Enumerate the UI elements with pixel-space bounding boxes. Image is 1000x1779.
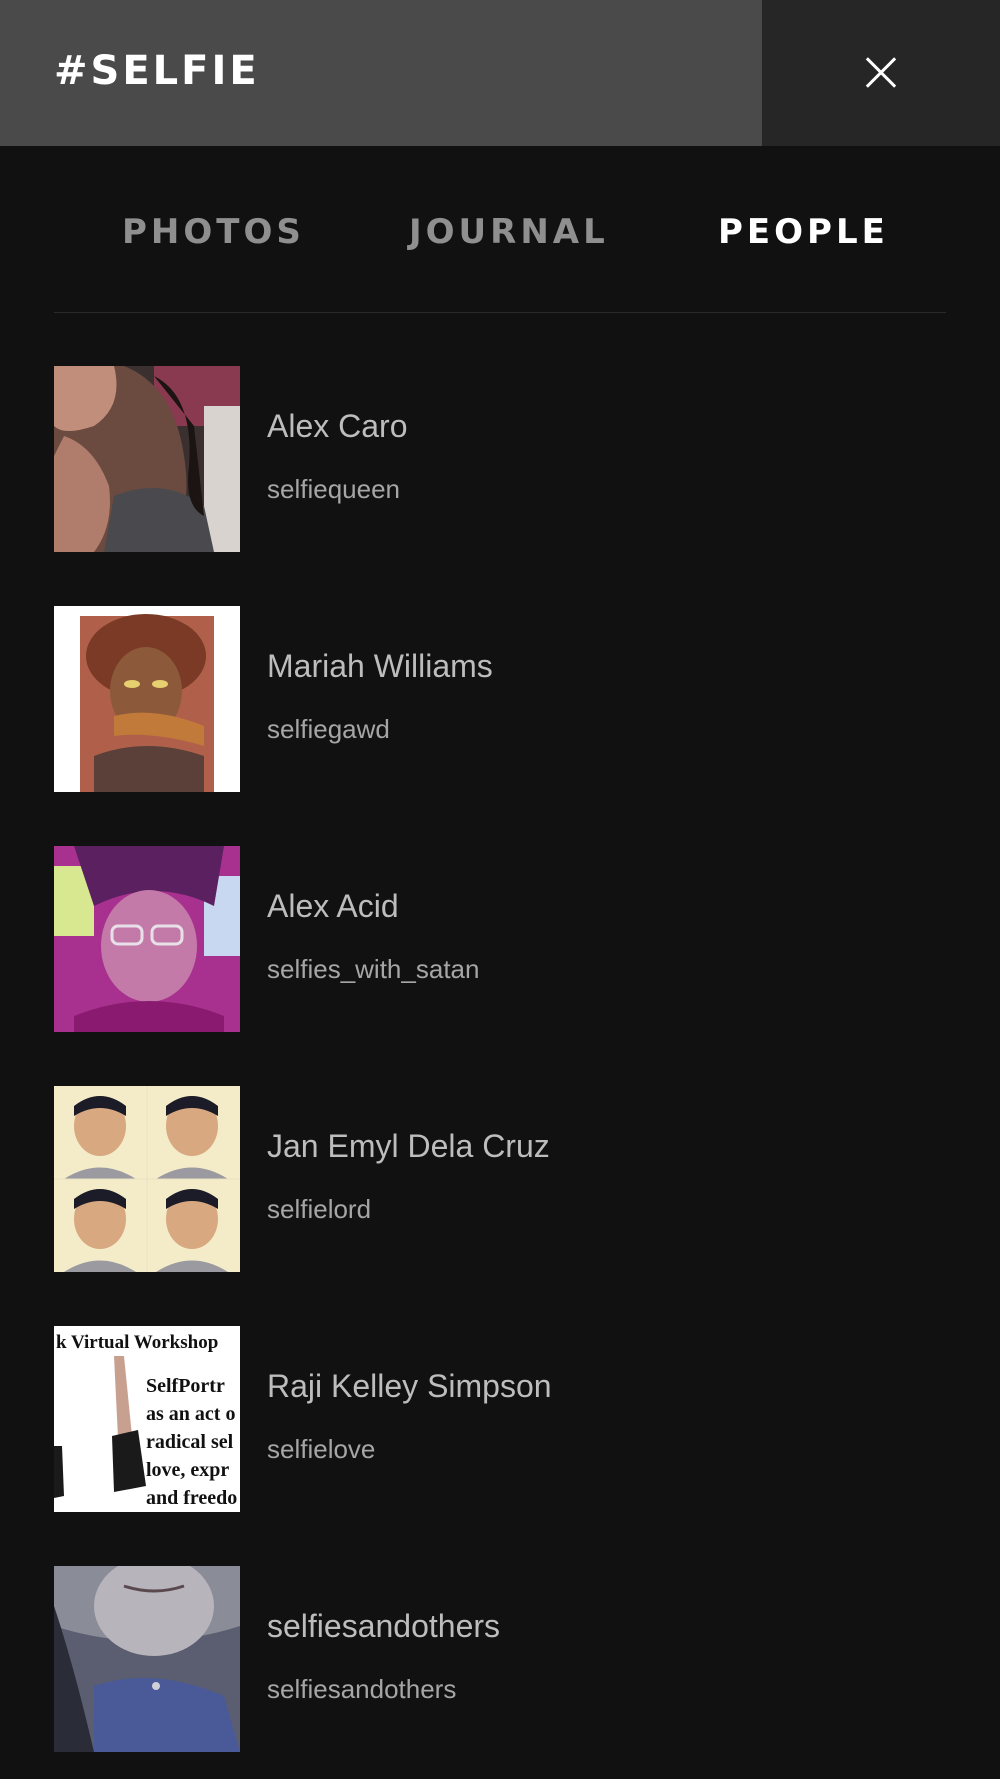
list-item[interactable]: Jan Emyl Dela Cruz selfielord xyxy=(54,1086,946,1272)
tab-bar: PHOTOS JOURNAL PEOPLE xyxy=(54,146,946,313)
avatar xyxy=(54,846,240,1032)
avatar xyxy=(54,1086,240,1272)
svg-text:and freedo: and freedo xyxy=(146,1487,237,1509)
avatar xyxy=(54,606,240,792)
tab-photos[interactable]: PHOTOS xyxy=(122,212,305,252)
tab-people[interactable]: PEOPLE xyxy=(718,212,889,252)
person-name: Alex Acid xyxy=(267,888,399,924)
list-item[interactable]: Alex Acid selfies_with_satan xyxy=(54,846,946,1032)
person-handle: selfiesandothers xyxy=(267,1674,457,1704)
person-name: Mariah Williams xyxy=(267,648,493,684)
avatar xyxy=(54,366,240,552)
person-name: Jan Emyl Dela Cruz xyxy=(267,1128,550,1164)
person-name: Raji Kelley Simpson xyxy=(267,1368,552,1404)
header-title-area: #SELFIE xyxy=(0,0,762,146)
svg-text:love, expr: love, expr xyxy=(146,1459,229,1481)
person-handle: selfies_with_satan xyxy=(267,954,480,984)
avatar xyxy=(54,1566,240,1752)
person-name: Alex Caro xyxy=(267,408,408,444)
svg-text:as an act o: as an act o xyxy=(146,1403,235,1425)
person-handle: selfielord xyxy=(267,1194,372,1224)
svg-text:SelfPortr: SelfPortr xyxy=(146,1375,225,1397)
page-title: #SELFIE xyxy=(54,48,260,94)
avatar: k Virtual Workshop SelfPortr as an act o… xyxy=(54,1326,240,1512)
person-handle: selfiequeen xyxy=(267,474,400,504)
person-handle: selfiegawd xyxy=(267,714,390,744)
person-handle: selfielove xyxy=(267,1434,376,1464)
header: #SELFIE xyxy=(0,0,1000,146)
list-item[interactable]: Mariah Williams selfiegawd xyxy=(54,606,946,792)
person-name: selfiesandothers xyxy=(267,1608,501,1644)
list-item[interactable]: selfiesandothers selfiesandothers xyxy=(54,1566,946,1752)
close-icon[interactable] xyxy=(865,57,897,89)
tab-journal[interactable]: JOURNAL xyxy=(409,212,609,252)
list-item[interactable]: Alex Caro selfiequeen xyxy=(54,366,946,552)
workshop-heading: k Virtual Workshop xyxy=(56,1332,218,1353)
svg-text:radical sel: radical sel xyxy=(146,1431,234,1453)
list-item[interactable]: k Virtual Workshop SelfPortr as an act o… xyxy=(54,1326,946,1512)
